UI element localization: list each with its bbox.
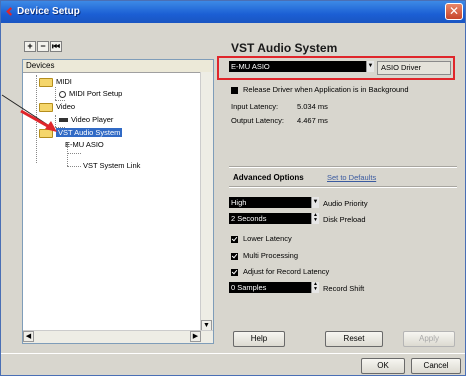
ok-button[interactable]: OK (361, 358, 405, 374)
disk-preload-value: 2 Seconds (231, 214, 267, 223)
close-button[interactable]: ✕ (445, 3, 463, 20)
tree-item-vst-system-link[interactable]: VST System Link (83, 161, 140, 171)
adjust-record-latency-option[interactable]: Adjust for Record Latency (231, 267, 329, 276)
stepper-arrows-icon[interactable]: ▲ ▼ (311, 213, 319, 224)
record-shift-value: 0 Samples (231, 283, 267, 292)
release-driver-option[interactable]: Release Driver when Application is in Ba… (231, 85, 409, 94)
asio-driver-button[interactable]: ASIO Driver (377, 61, 451, 75)
callout-arrow-icon (1, 94, 57, 132)
audio-priority-label: Audio Priority (323, 199, 368, 208)
apply-button[interactable]: Apply (403, 331, 455, 347)
asio-driver-select[interactable]: E-MU ASIO ▼ (229, 61, 374, 72)
divider (229, 166, 457, 168)
scroll-left-icon[interactable]: ◀ (23, 331, 34, 342)
audio-priority-value: High (231, 198, 247, 207)
divider (229, 186, 457, 188)
help-button[interactable]: Help (233, 331, 285, 347)
horizontal-scrollbar[interactable]: ◀ ▶ (23, 330, 213, 343)
chevron-down-icon[interactable]: ▼ (311, 197, 319, 208)
adjust-record-latency-checkbox[interactable] (231, 268, 238, 276)
chevron-down-icon[interactable]: ▼ (366, 61, 374, 72)
vertical-scrollbar[interactable]: ▼ (200, 72, 213, 331)
tree-item-emu-asio[interactable]: E-MU ASIO (65, 140, 104, 150)
disk-preload-label: Disk Preload (323, 215, 366, 224)
asio-driver-value: E-MU ASIO (231, 62, 270, 71)
scroll-right-icon[interactable]: ▶ (190, 331, 201, 342)
record-shift-stepper[interactable]: 0 Samples ▲ ▼ (229, 282, 319, 293)
device-setup-window: Device Setup ✕ + − ⏮ Devices MIDI MIDI P… (0, 0, 466, 376)
lower-latency-checkbox[interactable] (231, 235, 238, 243)
input-latency-value: 5.034 ms (297, 102, 328, 111)
stepper-arrows-icon[interactable]: ▲ ▼ (311, 282, 319, 293)
reset-button[interactable]: Reset (325, 331, 383, 347)
set-to-defaults-link[interactable]: Set to Defaults (327, 173, 376, 182)
multi-processing-checkbox[interactable] (231, 252, 238, 260)
input-latency-label: Input Latency: (231, 102, 279, 111)
dialog-button-bar: OK Cancel (1, 353, 465, 375)
tree-connector (67, 166, 81, 167)
multi-processing-option[interactable]: Multi Processing (231, 251, 298, 260)
output-latency-value: 4.467 ms (297, 116, 328, 125)
output-latency-label: Output Latency: (231, 116, 284, 125)
tree-connector (67, 153, 81, 154)
audio-priority-select[interactable]: High ▼ (229, 197, 319, 208)
release-driver-checkbox[interactable] (231, 86, 238, 94)
record-shift-label: Record Shift (323, 284, 365, 293)
lower-latency-option[interactable]: Lower Latency (231, 234, 292, 243)
disk-preload-stepper[interactable]: 2 Seconds ▲ ▼ (229, 213, 319, 224)
tab-advanced-options[interactable]: Advanced Options (233, 173, 304, 182)
panel-title: VST Audio System (231, 41, 338, 55)
cancel-button[interactable]: Cancel (411, 358, 461, 374)
